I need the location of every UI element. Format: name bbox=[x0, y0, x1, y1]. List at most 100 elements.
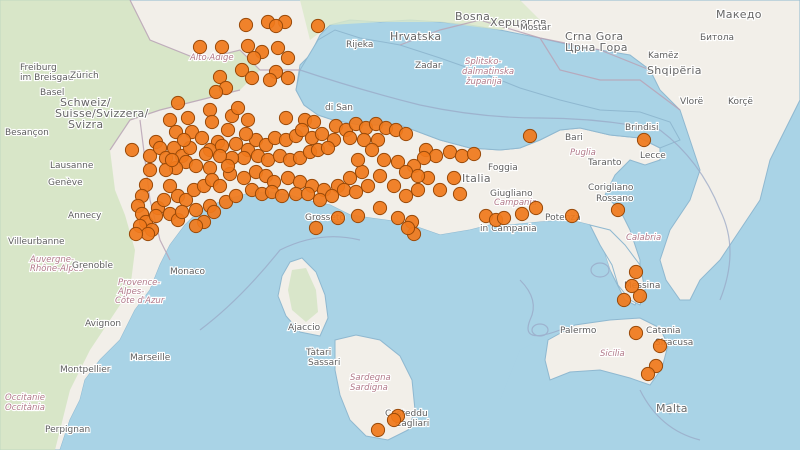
location-marker[interactable] bbox=[564, 208, 580, 224]
location-marker[interactable] bbox=[432, 182, 448, 198]
location-marker[interactable] bbox=[188, 218, 204, 234]
map-canvas[interactable]: Freiburgim BreisgauZürichBaselSchweiz/Su… bbox=[0, 0, 800, 450]
location-marker[interactable] bbox=[636, 132, 652, 148]
location-marker[interactable] bbox=[180, 110, 196, 126]
location-marker[interactable] bbox=[280, 70, 296, 86]
location-marker[interactable] bbox=[610, 202, 626, 218]
location-marker[interactable] bbox=[522, 128, 538, 144]
location-marker[interactable] bbox=[268, 18, 284, 34]
location-marker[interactable] bbox=[312, 192, 328, 208]
location-marker[interactable] bbox=[466, 146, 482, 162]
location-marker[interactable] bbox=[228, 188, 244, 204]
location-marker[interactable] bbox=[188, 158, 204, 174]
location-marker[interactable] bbox=[308, 220, 324, 236]
location-marker[interactable] bbox=[124, 142, 140, 158]
location-marker[interactable] bbox=[170, 95, 186, 111]
location-marker[interactable] bbox=[236, 150, 252, 166]
location-marker[interactable] bbox=[398, 188, 414, 204]
location-marker[interactable] bbox=[628, 264, 644, 280]
location-marker[interactable] bbox=[410, 168, 426, 184]
location-marker[interactable] bbox=[386, 178, 402, 194]
location-marker[interactable] bbox=[306, 114, 322, 130]
location-marker[interactable] bbox=[514, 206, 530, 222]
location-marker[interactable] bbox=[428, 148, 444, 164]
location-marker[interactable] bbox=[236, 170, 252, 186]
location-marker[interactable] bbox=[454, 148, 470, 164]
location-marker[interactable] bbox=[260, 152, 276, 168]
location-marker[interactable] bbox=[174, 204, 190, 220]
location-marker[interactable] bbox=[390, 210, 406, 226]
location-marker[interactable] bbox=[188, 202, 204, 218]
location-marker[interactable] bbox=[156, 192, 172, 208]
location-marker[interactable] bbox=[176, 132, 192, 148]
location-marker[interactable] bbox=[206, 204, 222, 220]
location-marker[interactable] bbox=[496, 210, 512, 226]
location-marker[interactable] bbox=[350, 208, 366, 224]
location-marker[interactable] bbox=[324, 188, 340, 204]
location-marker[interactable] bbox=[220, 158, 236, 174]
location-marker[interactable] bbox=[354, 164, 370, 180]
location-marker[interactable] bbox=[442, 144, 458, 160]
location-marker[interactable] bbox=[270, 40, 286, 56]
location-marker[interactable] bbox=[280, 50, 296, 66]
location-marker[interactable] bbox=[164, 152, 180, 168]
location-marker[interactable] bbox=[372, 168, 388, 184]
location-marker[interactable] bbox=[376, 152, 392, 168]
location-marker[interactable] bbox=[208, 84, 224, 100]
location-marker[interactable] bbox=[386, 412, 402, 428]
location-marker[interactable] bbox=[360, 178, 376, 194]
map-viewport[interactable]: Freiburg im Breisgau Zürich Basel Schweiz/Su… bbox=[0, 0, 800, 450]
location-marker[interactable] bbox=[398, 126, 414, 142]
location-marker[interactable] bbox=[238, 17, 254, 33]
location-marker[interactable] bbox=[148, 208, 164, 224]
location-marker[interactable] bbox=[300, 186, 316, 202]
location-marker[interactable] bbox=[274, 188, 290, 204]
location-marker[interactable] bbox=[292, 174, 308, 190]
location-marker[interactable] bbox=[370, 422, 386, 438]
location-marker[interactable] bbox=[452, 186, 468, 202]
location-marker[interactable] bbox=[528, 200, 544, 216]
location-marker[interactable] bbox=[202, 160, 218, 176]
location-marker[interactable] bbox=[398, 164, 414, 180]
location-marker[interactable] bbox=[364, 142, 380, 158]
location-marker[interactable] bbox=[198, 146, 214, 162]
location-marker[interactable] bbox=[410, 182, 426, 198]
location-marker[interactable] bbox=[314, 126, 330, 142]
location-marker[interactable] bbox=[192, 39, 208, 55]
location-marker[interactable] bbox=[244, 70, 260, 86]
location-marker[interactable] bbox=[446, 170, 462, 186]
location-marker[interactable] bbox=[262, 72, 278, 88]
location-marker[interactable] bbox=[652, 338, 668, 354]
location-marker[interactable] bbox=[330, 210, 346, 226]
location-marker[interactable] bbox=[310, 18, 326, 34]
location-marker[interactable] bbox=[336, 182, 352, 198]
location-marker[interactable] bbox=[624, 278, 640, 294]
location-marker[interactable] bbox=[128, 226, 144, 242]
location-marker[interactable] bbox=[640, 366, 656, 382]
location-marker[interactable] bbox=[400, 220, 416, 236]
location-marker[interactable] bbox=[240, 38, 256, 54]
location-marker[interactable] bbox=[238, 126, 254, 142]
location-marker[interactable] bbox=[204, 114, 220, 130]
location-marker[interactable] bbox=[350, 152, 366, 168]
location-marker[interactable] bbox=[140, 226, 156, 242]
location-marker[interactable] bbox=[214, 39, 230, 55]
location-marker[interactable] bbox=[278, 110, 294, 126]
location-marker[interactable] bbox=[240, 112, 256, 128]
location-marker[interactable] bbox=[212, 178, 228, 194]
location-marker[interactable] bbox=[280, 170, 296, 186]
location-marker[interactable] bbox=[202, 102, 218, 118]
location-marker[interactable] bbox=[320, 140, 336, 156]
location-marker[interactable] bbox=[372, 200, 388, 216]
location-marker[interactable] bbox=[616, 292, 632, 308]
location-marker[interactable] bbox=[228, 136, 244, 152]
location-marker[interactable] bbox=[162, 112, 178, 128]
location-marker[interactable] bbox=[246, 50, 262, 66]
location-marker[interactable] bbox=[230, 100, 246, 116]
location-marker[interactable] bbox=[348, 184, 364, 200]
location-marker[interactable] bbox=[628, 325, 644, 341]
location-marker[interactable] bbox=[342, 170, 358, 186]
location-marker[interactable] bbox=[220, 122, 236, 138]
location-marker[interactable] bbox=[342, 130, 358, 146]
location-marker[interactable] bbox=[142, 162, 158, 178]
